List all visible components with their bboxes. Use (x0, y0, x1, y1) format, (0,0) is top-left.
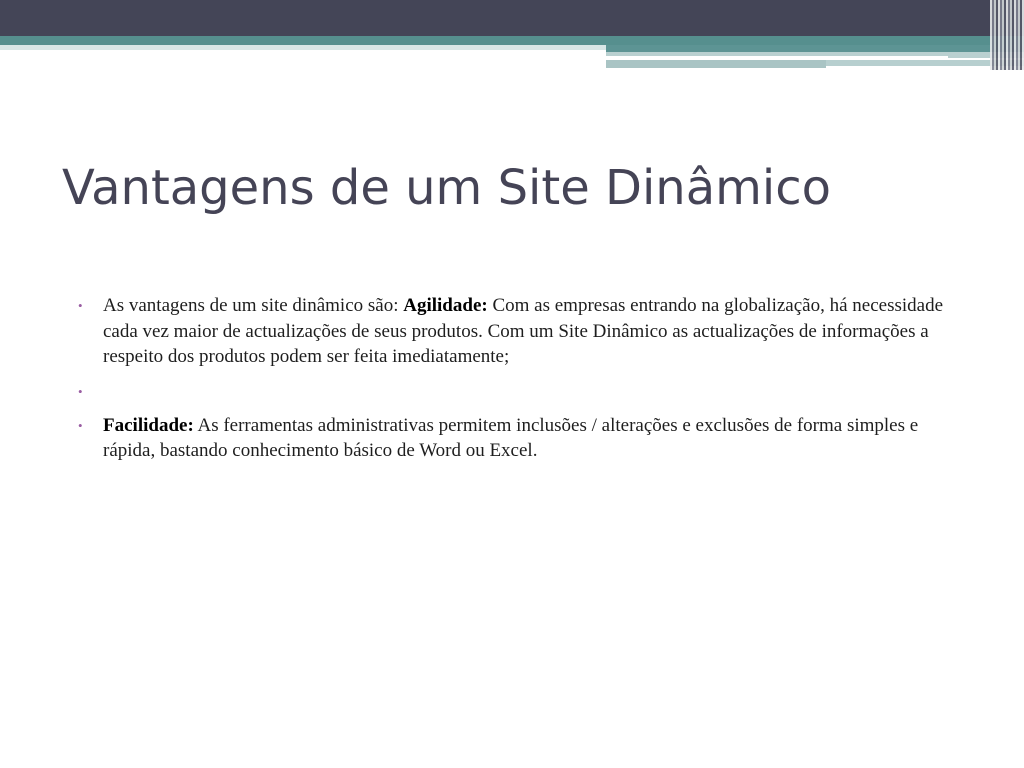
header-stripes (990, 0, 1024, 70)
header-dark-band (0, 0, 1024, 36)
bullet-prefix: As vantagens de um site dinâmico são: (103, 295, 404, 316)
slide: Vantagens de um Site Dinâmico • As vanta… (0, 0, 1024, 768)
bullet-icon: • (78, 298, 83, 313)
header-decoration (0, 0, 1024, 80)
header-pale-band-lower (606, 60, 826, 68)
header-teal-band (0, 36, 1024, 45)
header-teal-band-right (606, 45, 1024, 52)
bullet-item-empty: • (78, 379, 958, 404)
bullet-item-agilidade: • As vantagens de um site dinâmico são: … (78, 293, 958, 370)
bullet-icon: • (78, 383, 83, 399)
bullet-bold-label: Facilidade: (103, 414, 194, 436)
header-white-line (606, 56, 948, 59)
bullet-item-facilidade: • Facilidade: As ferramentas administrat… (78, 413, 958, 464)
bullet-icon: • (78, 417, 83, 433)
bullet-bold-label: Agilidade: (403, 295, 488, 316)
bullet-list: • As vantagens de um site dinâmico são: … (78, 293, 958, 473)
header-light-band (0, 45, 606, 50)
slide-title: Vantagens de um Site Dinâmico (62, 160, 831, 216)
bullet-text: As ferramentas administrativas permitem … (103, 414, 919, 462)
